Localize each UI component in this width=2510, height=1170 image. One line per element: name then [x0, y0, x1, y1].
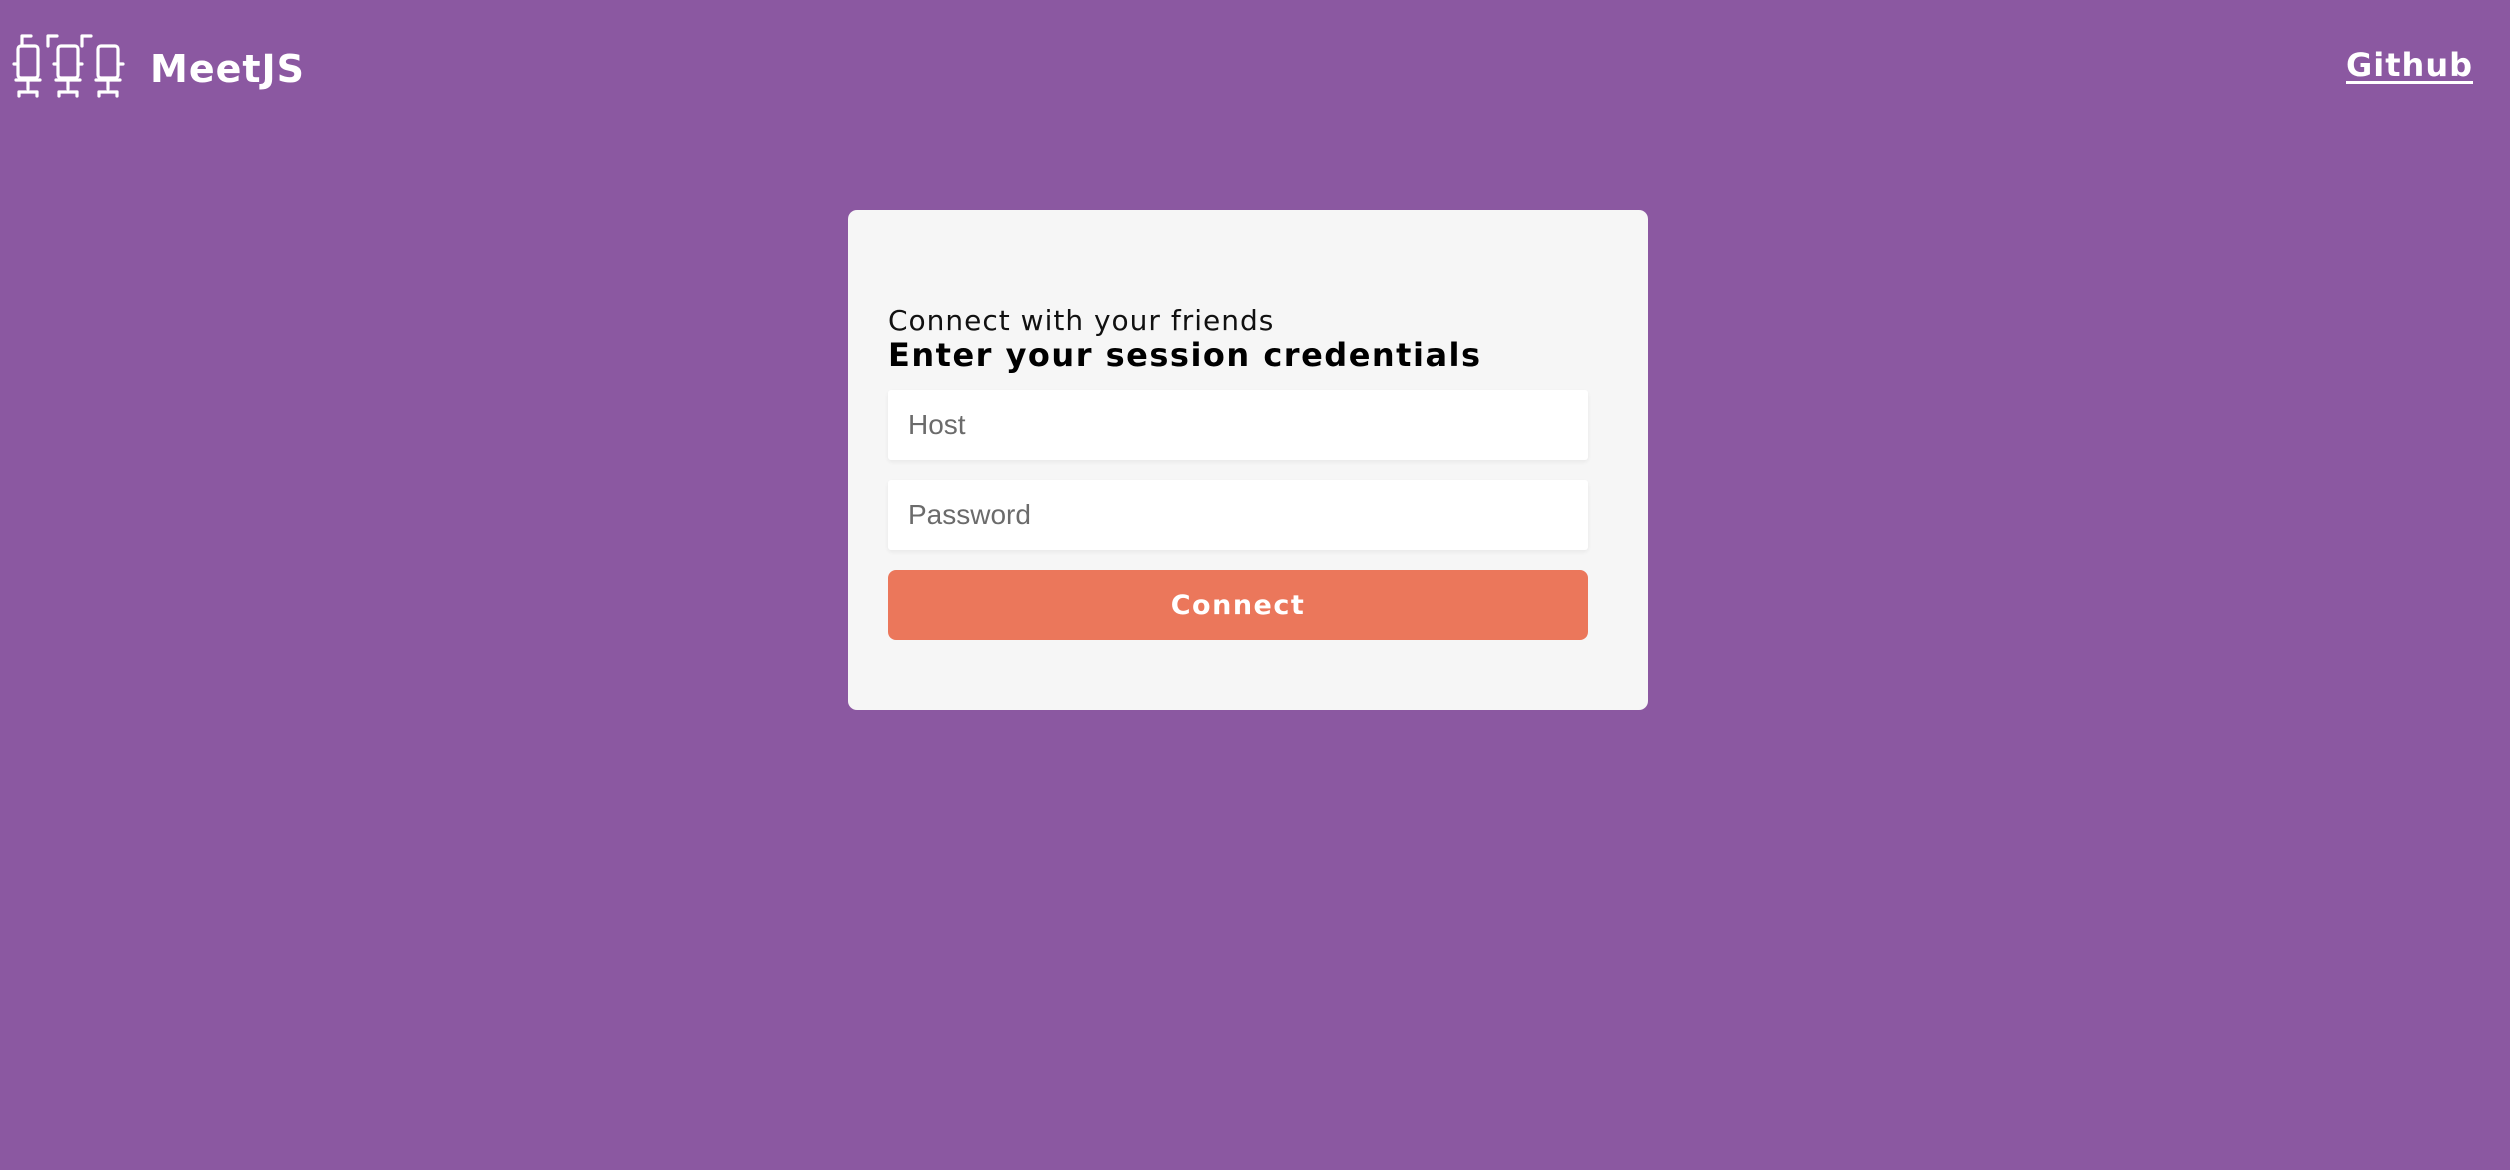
brand[interactable]: MeetJS [8, 30, 305, 108]
card-title: Enter your session credentials [888, 336, 1482, 374]
top-bar: MeetJS Github [0, 0, 2510, 140]
connect-button[interactable]: Connect [888, 570, 1588, 640]
password-input[interactable] [888, 480, 1588, 550]
brand-name: MeetJS [150, 47, 306, 91]
host-input[interactable] [888, 390, 1588, 460]
login-card: Connect with your friends Enter your ses… [848, 210, 1648, 710]
github-link[interactable]: Github [2346, 46, 2473, 84]
conference-chairs-icon [12, 34, 125, 98]
